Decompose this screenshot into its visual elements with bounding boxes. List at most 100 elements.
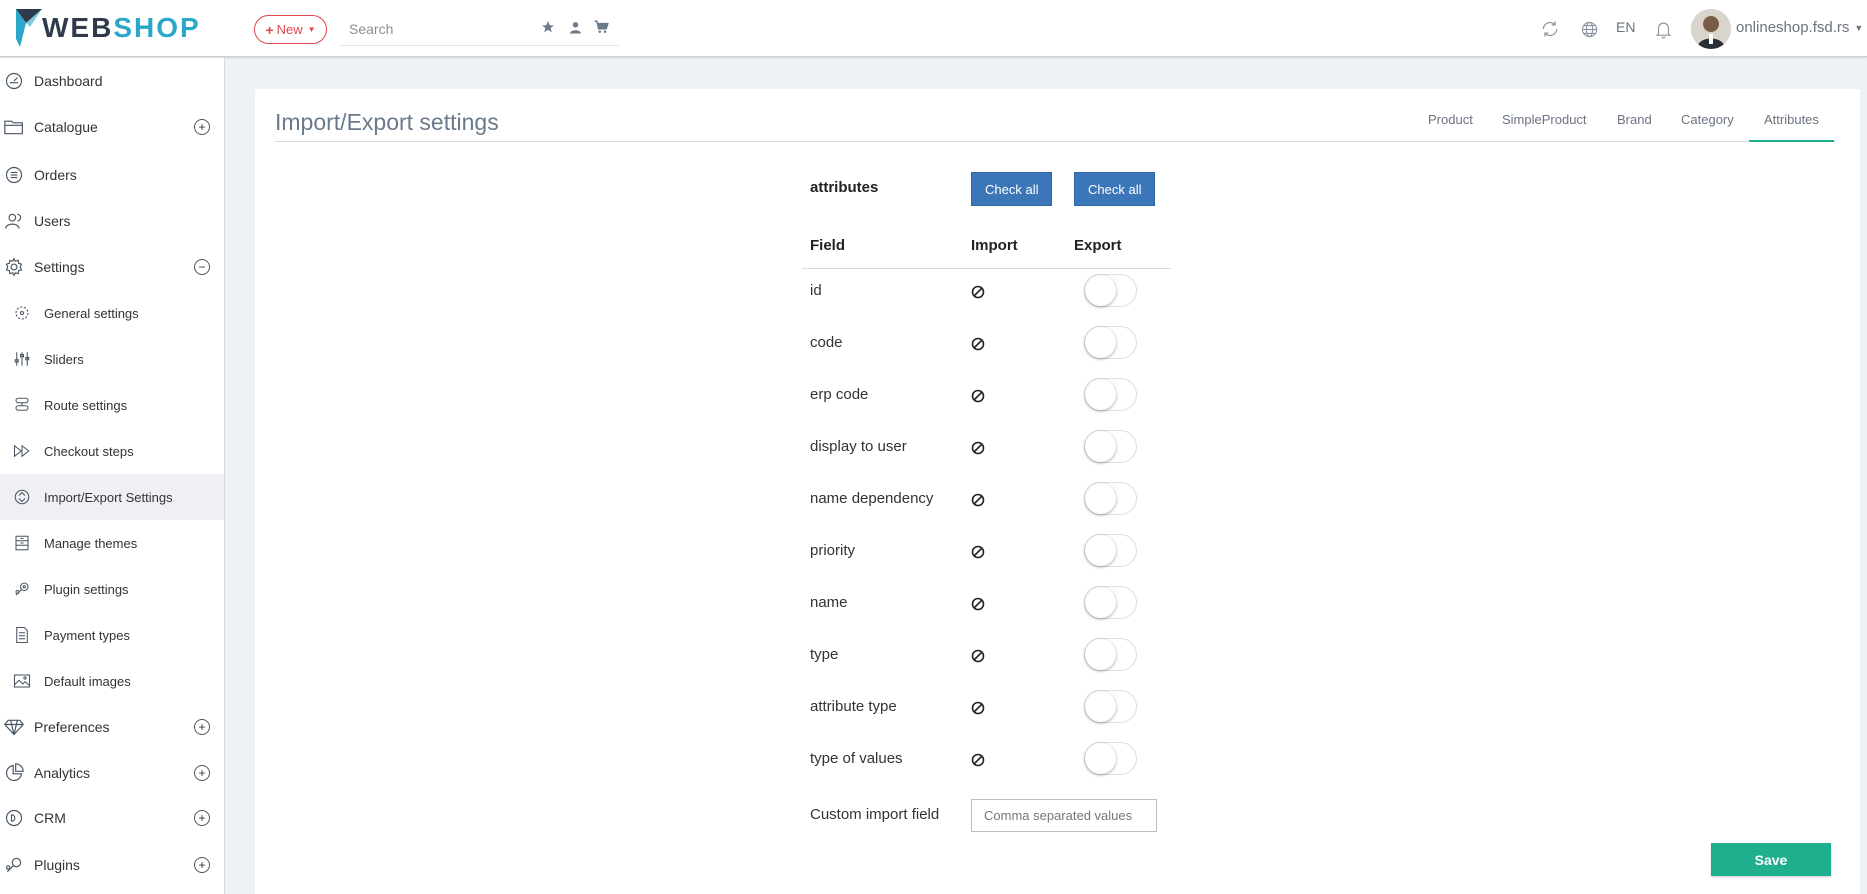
sidebar-item-crm[interactable]: CRM +	[0, 795, 224, 841]
sidebar-label: Payment types	[44, 627, 130, 643]
header-divider	[802, 268, 1171, 269]
field-name: erp code	[810, 386, 869, 403]
sidebar-item-plugin-settings[interactable]: Plugin settings	[0, 566, 224, 612]
sidebar-label: Route settings	[44, 397, 128, 413]
export-toggle[interactable]	[1084, 378, 1137, 411]
caret-down-icon: ▼	[1854, 22, 1864, 33]
image-icon	[12, 671, 32, 691]
custom-import-label: Custom import field	[810, 806, 940, 823]
save-button[interactable]: Save	[1711, 843, 1831, 876]
logo-text: WEBSHOP	[42, 9, 201, 47]
import-disabled-icon	[971, 337, 985, 351]
language-selector[interactable]: EN	[1616, 19, 1635, 35]
star-icon[interactable]	[539, 18, 557, 36]
tab-category[interactable]: Category	[1666, 110, 1749, 142]
toggle-knob	[1085, 483, 1116, 514]
sidebar-label: Preferences	[34, 719, 110, 735]
collapse-icon[interactable]: −	[194, 259, 210, 275]
sidebar-item-analytics[interactable]: Analytics +	[0, 750, 224, 796]
export-toggle[interactable]	[1084, 638, 1137, 671]
import-disabled-icon	[971, 441, 985, 455]
pie-chart-icon	[3, 762, 25, 784]
avatar[interactable]	[1691, 9, 1731, 49]
tab-simpleproduct[interactable]: SimpleProduct	[1487, 110, 1602, 142]
cart-icon[interactable]	[592, 18, 610, 36]
sidebar-item-general-settings[interactable]: General settings	[0, 290, 224, 336]
sidebar: Dashboard Catalogue + Orders Users Setti…	[0, 58, 225, 894]
export-toggle[interactable]	[1084, 274, 1137, 307]
custom-import-input[interactable]	[971, 799, 1157, 832]
sidebar-label: Orders	[34, 167, 77, 183]
field-name: priority	[810, 542, 856, 559]
export-toggle[interactable]	[1084, 534, 1137, 567]
plugin-settings-icon	[12, 579, 32, 599]
toggle-knob	[1085, 535, 1116, 566]
expand-icon[interactable]: +	[194, 857, 210, 873]
toggle-knob	[1085, 691, 1116, 722]
refresh-icon[interactable]	[1539, 18, 1561, 40]
sidebar-item-plugins[interactable]: Plugins +	[0, 842, 224, 888]
sidebar-item-dashboard[interactable]: Dashboard	[0, 58, 224, 104]
sidebar-item-orders[interactable]: Orders	[0, 152, 224, 198]
import-disabled-icon	[971, 753, 985, 767]
new-button[interactable]: + New ▼	[254, 15, 327, 44]
sidebar-item-manage-themes[interactable]: Manage themes	[0, 520, 224, 566]
import-disabled-icon	[971, 493, 985, 507]
import-disabled-icon	[971, 597, 985, 611]
sidebar-label: General settings	[44, 305, 139, 321]
sidebar-item-checkout-steps[interactable]: Checkout steps	[0, 428, 224, 474]
check-all-export-button[interactable]: Check all	[1074, 172, 1156, 206]
export-toggle[interactable]	[1084, 742, 1137, 775]
column-header-import: Import	[971, 237, 1018, 254]
field-name: type of values	[810, 750, 903, 767]
export-toggle[interactable]	[1084, 690, 1137, 723]
export-toggle[interactable]	[1084, 482, 1137, 515]
tab-product[interactable]: Product	[1413, 110, 1488, 142]
logo-web: WEB	[42, 12, 114, 43]
user-icon[interactable]	[566, 18, 584, 36]
sidebar-label: Default images	[44, 673, 131, 689]
sidebar-item-payment-types[interactable]: Payment types	[0, 612, 224, 658]
sidebar-item-default-images[interactable]: Default images	[0, 658, 224, 704]
tab-brand[interactable]: Brand	[1602, 110, 1667, 142]
sidebar-item-sliders[interactable]: Sliders	[0, 336, 224, 382]
search-input[interactable]	[339, 14, 529, 44]
page-title: Import/Export settings	[275, 109, 499, 135]
sidebar-label: Checkout steps	[44, 443, 134, 459]
field-name: attribute type	[810, 698, 897, 715]
field-name: name dependency	[810, 490, 934, 507]
sidebar-label: Manage themes	[44, 535, 138, 551]
orders-icon	[3, 164, 25, 186]
route-icon	[12, 395, 32, 415]
toggle-knob	[1085, 379, 1116, 410]
export-toggle[interactable]	[1084, 430, 1137, 463]
sidebar-item-route-settings[interactable]: Route settings	[0, 382, 224, 428]
sidebar-item-settings[interactable]: Settings −	[0, 244, 224, 290]
chevron-down-icon: ▼	[307, 25, 316, 34]
sliders-icon	[12, 349, 32, 369]
expand-icon[interactable]: +	[194, 810, 210, 826]
user-menu[interactable]: onlineshop.fsd.rs ▼	[1736, 19, 1863, 36]
users-icon	[3, 210, 25, 232]
expand-icon[interactable]: +	[194, 765, 210, 781]
plus-icon: +	[265, 21, 274, 38]
expand-icon[interactable]: +	[194, 719, 210, 735]
sidebar-label: Users	[34, 213, 71, 229]
sidebar-item-catalogue[interactable]: Catalogue +	[0, 104, 224, 150]
folder-icon	[3, 116, 25, 138]
sidebar-item-import-export-settings[interactable]: Import/Export Settings	[0, 474, 224, 520]
diamond-icon	[3, 716, 25, 738]
export-toggle[interactable]	[1084, 586, 1137, 619]
sidebar-item-preferences[interactable]: Preferences +	[0, 704, 224, 750]
check-all-import-button[interactable]: Check all	[971, 172, 1053, 206]
crm-icon	[3, 807, 25, 829]
field-name: id	[810, 282, 822, 299]
globe-icon[interactable]	[1578, 18, 1600, 40]
export-toggle[interactable]	[1084, 326, 1137, 359]
expand-icon[interactable]: +	[194, 119, 210, 135]
field-name: type	[810, 646, 839, 663]
bell-icon[interactable]	[1652, 18, 1674, 40]
sidebar-item-users[interactable]: Users	[0, 198, 224, 244]
logo[interactable]: WEBSHOP	[16, 9, 201, 47]
tab-attributes[interactable]: Attributes	[1749, 110, 1834, 142]
